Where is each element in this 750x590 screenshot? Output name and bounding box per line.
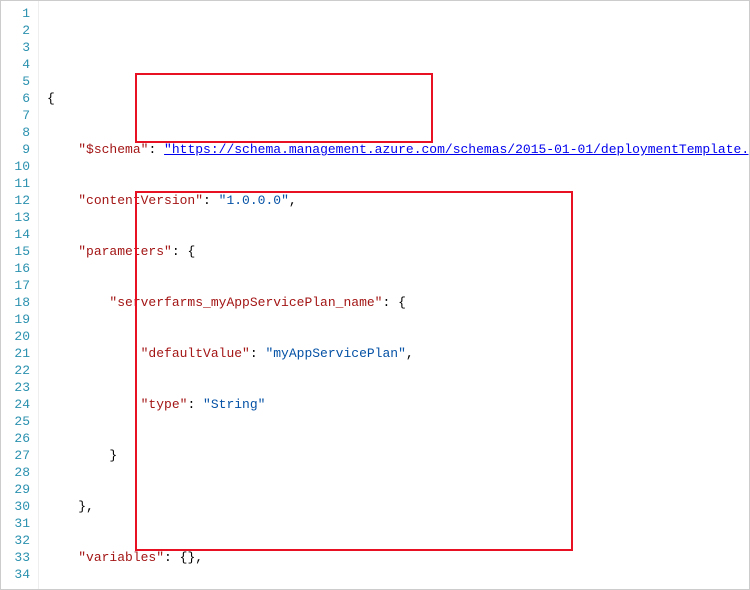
line-number: 17 — [1, 277, 30, 294]
line-number: 4 — [1, 56, 30, 73]
line-number: 32 — [1, 532, 30, 549]
code-line: { — [47, 90, 749, 107]
line-number: 26 — [1, 430, 30, 447]
line-number-gutter: 1234567891011121314151617181920212223242… — [1, 1, 39, 589]
line-number: 30 — [1, 498, 30, 515]
line-number: 14 — [1, 226, 30, 243]
line-number: 3 — [1, 39, 30, 56]
code-line: "defaultValue": "myAppServicePlan", — [47, 345, 749, 362]
line-number: 31 — [1, 515, 30, 532]
line-number: 22 — [1, 362, 30, 379]
code-line: "contentVersion": "1.0.0.0", — [47, 192, 749, 209]
line-number: 8 — [1, 124, 30, 141]
line-number: 27 — [1, 447, 30, 464]
line-number: 33 — [1, 549, 30, 566]
line-number: 19 — [1, 311, 30, 328]
line-number: 6 — [1, 90, 30, 107]
code-line: "$schema": "https://schema.management.az… — [47, 141, 749, 158]
line-number: 24 — [1, 396, 30, 413]
line-number: 7 — [1, 107, 30, 124]
line-number: 10 — [1, 158, 30, 175]
line-number: 23 — [1, 379, 30, 396]
line-number: 15 — [1, 243, 30, 260]
line-number: 29 — [1, 481, 30, 498]
code-line: }, — [47, 498, 749, 515]
line-number: 18 — [1, 294, 30, 311]
line-number: 13 — [1, 209, 30, 226]
line-number: 20 — [1, 328, 30, 345]
line-number: 34 — [1, 566, 30, 583]
line-number: 16 — [1, 260, 30, 277]
line-number: 9 — [1, 141, 30, 158]
code-line: "type": "String" — [47, 396, 749, 413]
line-number: 1 — [1, 5, 30, 22]
code-line: } — [47, 447, 749, 464]
line-number: 28 — [1, 464, 30, 481]
line-number: 12 — [1, 192, 30, 209]
code-editor: 1234567891011121314151617181920212223242… — [0, 0, 750, 590]
line-number: 21 — [1, 345, 30, 362]
line-number: 5 — [1, 73, 30, 90]
code-line: "serverfarms_myAppServicePlan_name": { — [47, 294, 749, 311]
code-line: "parameters": { — [47, 243, 749, 260]
line-number: 2 — [1, 22, 30, 39]
line-number: 11 — [1, 175, 30, 192]
code-line: "variables": {}, — [47, 549, 749, 566]
line-number: 25 — [1, 413, 30, 430]
code-area[interactable]: { "$schema": "https://schema.management.… — [39, 1, 749, 589]
highlight-parameters-block — [135, 73, 433, 143]
